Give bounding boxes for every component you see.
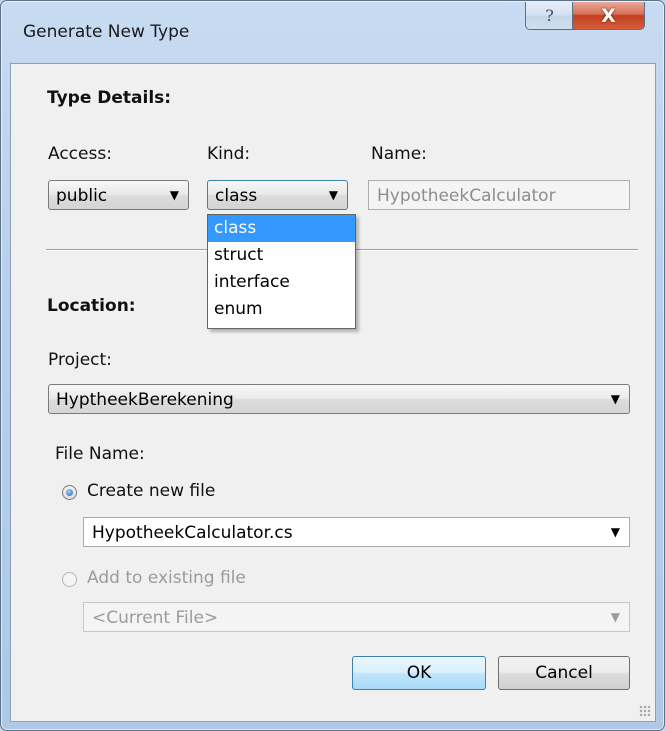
chevron-down-icon: ▼ [169, 188, 179, 202]
dialog-window: Generate New Type ? X Type Details: Acce… [0, 0, 665, 731]
close-icon: X [601, 4, 616, 27]
close-button[interactable]: X [572, 2, 645, 30]
name-field[interactable]: HypotheekCalculator [368, 180, 630, 210]
dialog-client-area: Type Details: Access: Kind: Name: public… [10, 63, 656, 722]
chevron-down-icon: ▼ [328, 188, 338, 202]
chevron-down-icon: ▼ [610, 525, 620, 539]
kind-label: Kind: [207, 144, 251, 164]
access-value: public [56, 186, 108, 206]
cancel-button[interactable]: Cancel [498, 656, 630, 690]
access-combobox[interactable]: public ▼ [48, 180, 189, 210]
new-file-name-value: HypotheekCalculator.cs [92, 523, 293, 543]
kind-option-enum[interactable]: enum [208, 296, 355, 323]
type-details-heading: Type Details: [47, 88, 172, 108]
new-file-name-combobox[interactable]: HypotheekCalculator.cs ▼ [83, 517, 630, 547]
kind-option-class[interactable]: class [208, 215, 355, 242]
title-bar[interactable]: Generate New Type ? X [1, 1, 664, 63]
project-combobox[interactable]: HyptheekBerekening ▼ [48, 384, 630, 414]
access-label: Access: [48, 144, 112, 164]
add-existing-file-label[interactable]: Add to existing file [87, 568, 246, 588]
window-title: Generate New Type [23, 22, 190, 42]
name-label: Name: [371, 144, 427, 164]
project-label: Project: [48, 350, 112, 370]
create-new-file-label[interactable]: Create new file [87, 481, 215, 501]
name-value: HypotheekCalculator [377, 186, 556, 206]
chevron-down-icon: ▼ [610, 392, 620, 406]
add-existing-file-radio[interactable] [62, 572, 77, 587]
chevron-down-icon: ▼ [610, 610, 620, 624]
kind-option-interface[interactable]: interface [208, 269, 355, 296]
existing-file-combobox[interactable]: <Current File> ▼ [83, 602, 630, 632]
create-new-file-radio[interactable] [62, 485, 77, 500]
location-heading: Location: [47, 296, 136, 316]
kind-combobox[interactable]: class ▼ [207, 180, 348, 210]
project-value: HyptheekBerekening [56, 390, 234, 410]
resize-grip-icon[interactable] [639, 705, 651, 717]
kind-value: class [215, 186, 258, 206]
ok-button[interactable]: OK [352, 656, 486, 690]
file-name-label: File Name: [55, 444, 145, 464]
kind-dropdown-list: class struct interface enum [207, 214, 356, 329]
existing-file-value: <Current File> [92, 608, 219, 628]
help-button[interactable]: ? [525, 2, 574, 30]
kind-option-struct[interactable]: struct [208, 242, 355, 269]
help-icon: ? [545, 6, 554, 25]
